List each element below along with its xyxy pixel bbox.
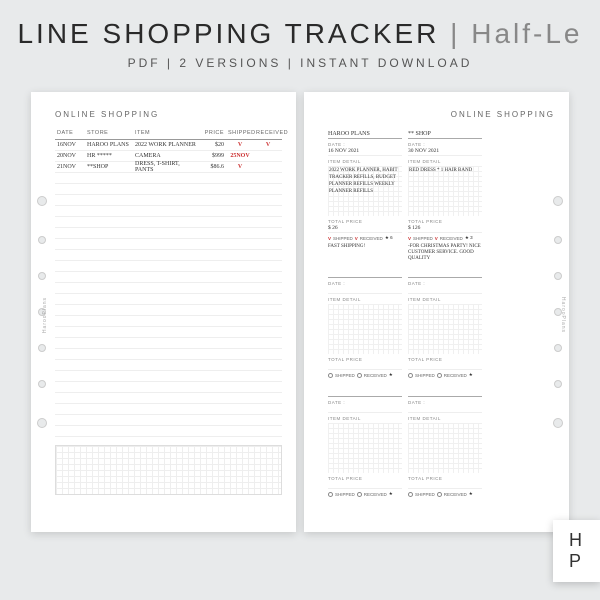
page-heading: ONLINE SHOPPING xyxy=(55,110,282,119)
page-heading: ONLINE SHOPPING xyxy=(328,110,555,119)
order-card: DATE : ITEM DETAIL TOTAL PRICE SHIPPED R… xyxy=(408,268,482,381)
shopping-table: DATE STORE ITEM PRICE SHIPPED RECEIVED 1… xyxy=(55,129,282,437)
preview-pages: ONLINE SHOPPING DATE STORE ITEM PRICE SH… xyxy=(0,82,600,532)
table-row: 21NOV**SHOPDRESS, T-SHIRT, PANTS$86.6V xyxy=(55,162,282,173)
page-list-version: ONLINE SHOPPING DATE STORE ITEM PRICE SH… xyxy=(31,92,296,532)
col-received: RECEIVED xyxy=(254,129,282,137)
order-card: DATE : ITEM DETAIL TOTAL PRICE SHIPPED R… xyxy=(328,387,402,500)
page-card-version: ONLINE SHOPPING HAROO PLANS DATE :16 NOV… xyxy=(304,92,569,532)
product-header: LINE SHOPPING TRACKER | Half-Le PDF | 2 … xyxy=(0,0,600,82)
col-shipped: SHIPPED xyxy=(226,129,254,137)
col-store: STORE xyxy=(85,129,133,137)
order-card: HAROO PLANS DATE :16 NOV 2021 ITEM DETAI… xyxy=(328,129,402,262)
col-item: ITEM xyxy=(133,129,200,137)
order-card: ** SHOP DATE :30 NOV 2021 ITEM DETAIL RE… xyxy=(408,129,482,262)
brand-watermark: HarooPlans xyxy=(560,297,566,333)
product-title: LINE SHOPPING TRACKER | Half-Le xyxy=(0,18,600,50)
col-price: PRICE xyxy=(200,129,226,137)
title-main: LINE SHOPPING TRACKER xyxy=(17,18,439,49)
table-body: 16NOVHAROO PLANS2022 WORK PLANNER$20VV20… xyxy=(55,140,282,437)
order-cards: HAROO PLANS DATE :16 NOV 2021 ITEM DETAI… xyxy=(328,129,555,500)
title-variant: Half-Le xyxy=(471,18,582,49)
size-badge: HP xyxy=(553,520,600,582)
col-date: DATE xyxy=(55,129,85,137)
title-divider: | xyxy=(450,18,471,49)
notes-grid xyxy=(55,445,282,495)
product-subtitle: PDF | 2 VERSIONS | INSTANT DOWNLOAD xyxy=(0,56,600,70)
brand-watermark: HarooPlans xyxy=(42,297,48,333)
order-card: DATE : ITEM DETAIL TOTAL PRICE SHIPPED R… xyxy=(328,268,402,381)
order-card: DATE : ITEM DETAIL TOTAL PRICE SHIPPED R… xyxy=(408,387,482,500)
table-header: DATE STORE ITEM PRICE SHIPPED RECEIVED xyxy=(55,129,282,140)
table-row: 16NOVHAROO PLANS2022 WORK PLANNER$20VV xyxy=(55,140,282,151)
